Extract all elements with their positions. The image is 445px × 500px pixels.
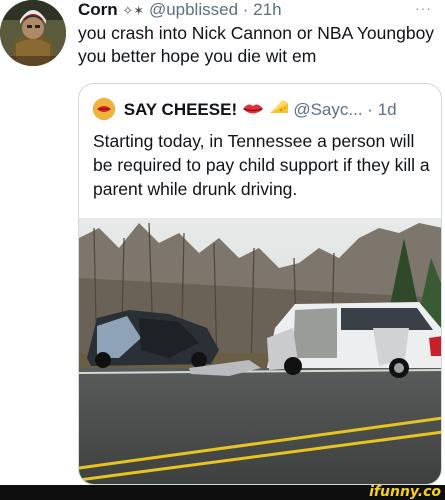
- quoted-tweet-header: SAY CHEESE! @Sayc... · 1d: [93, 98, 433, 122]
- quoted-tweet-text: Starting today, in Tennessee a person wi…: [93, 131, 430, 199]
- lips-icon: [242, 100, 269, 119]
- tweet-text: you crash into Nick Cannon or NBA Youngb…: [78, 23, 435, 66]
- quoted-tweet-card[interactable]: SAY CHEESE! @Sayc... · 1d Starting today…: [78, 83, 442, 485]
- tweet-header: Corn ✧✶ @upblissed · 21h ···: [78, 0, 438, 22]
- car-crash-image: [79, 218, 441, 484]
- car-crash-photo[interactable]: [79, 218, 441, 484]
- cheese-icon: [269, 100, 294, 119]
- lips-icon[interactable]: [93, 98, 115, 120]
- quoted-user-handle[interactable]: @Sayc...: [293, 100, 362, 119]
- tweet-time[interactable]: 21h: [253, 0, 281, 19]
- display-name[interactable]: Corn: [78, 0, 118, 19]
- quoted-tweet-time[interactable]: 1d: [378, 100, 397, 119]
- avatar[interactable]: [0, 0, 66, 66]
- watermark-bar: ifunny.co: [0, 485, 445, 500]
- more-icon[interactable]: ···: [415, 0, 432, 18]
- name-decoration-icon: ✧✶: [122, 3, 145, 18]
- separator-dot: ·: [242, 0, 249, 19]
- user-handle[interactable]: @upblissed: [149, 0, 238, 19]
- quoted-display-name[interactable]: SAY CHEESE!: [124, 100, 237, 119]
- separator-dot: ·: [367, 100, 373, 119]
- ifunny-logo: ifunny.co: [369, 484, 441, 500]
- user-avatar-icon: [0, 0, 66, 66]
